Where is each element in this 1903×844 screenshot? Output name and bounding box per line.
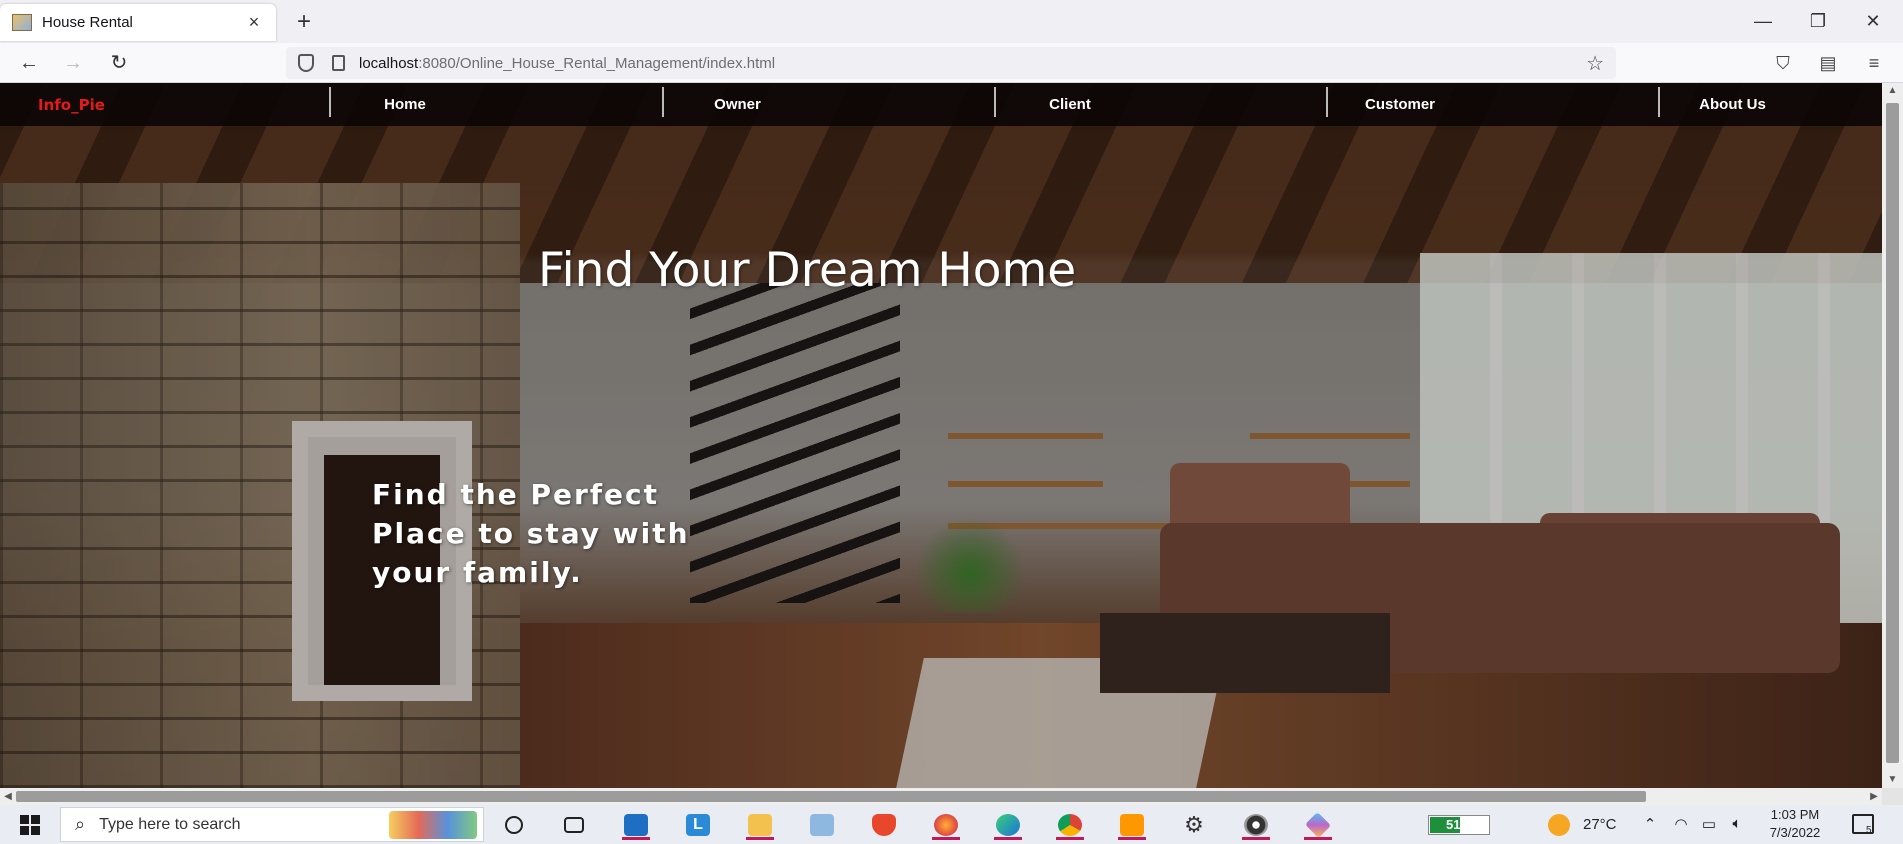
volume-icon[interactable]: 🔈︎ xyxy=(1726,815,1748,832)
nav-divider xyxy=(994,87,996,117)
scroll-down-arrow-icon[interactable]: ▼ xyxy=(1882,772,1903,788)
hero-overlay xyxy=(0,83,1882,788)
taskbar-app-edge[interactable] xyxy=(990,809,1026,840)
vertical-scrollbar[interactable]: ▲ ▼ xyxy=(1882,83,1903,788)
new-tab-button[interactable]: + xyxy=(290,8,318,36)
site-header: Info_Pie Home Owner Client Customer Abou… xyxy=(0,83,1882,126)
battery-percent: 51% xyxy=(1445,817,1473,832)
taskbar-app-l[interactable]: L xyxy=(680,809,716,840)
monitor-icon xyxy=(810,813,834,836)
site-favicon-icon xyxy=(12,14,32,31)
page-info-icon[interactable] xyxy=(332,55,345,71)
horizontal-scrollbar[interactable]: ◀ ▶ xyxy=(0,788,1882,805)
search-icon: ⌕ xyxy=(75,814,86,834)
site-logo[interactable]: Info_Pie xyxy=(38,96,105,114)
taskbar-app-chrome[interactable] xyxy=(1052,809,1088,840)
windows-taskbar: ⌕ Type here to search L ⚙ 51% 27°C ⌃ ◠ ▭… xyxy=(0,805,1903,844)
show-hidden-icons-chevron-icon[interactable]: ⌃ xyxy=(1639,815,1661,833)
start-button[interactable] xyxy=(10,813,50,837)
taskbar-app-monitor[interactable] xyxy=(804,809,840,840)
taskbar-app-firefox[interactable] xyxy=(928,809,964,840)
scroll-up-arrow-icon[interactable]: ▲ xyxy=(1882,83,1903,99)
hero-subtitle-line: Find the Perfect xyxy=(372,478,659,511)
pocket-icon[interactable]: ⛉ xyxy=(1771,51,1795,75)
nav-divider xyxy=(662,87,664,117)
minimize-button[interactable]: — xyxy=(1740,6,1786,36)
nav-link-customer[interactable]: Customer xyxy=(1350,96,1450,113)
hero-subtitle-line: your family. xyxy=(372,556,583,589)
windows-logo-icon xyxy=(20,815,29,824)
notification-count: 5 xyxy=(1866,825,1872,836)
weather-sun-icon[interactable] xyxy=(1548,814,1570,836)
menu-icon[interactable]: ≡ xyxy=(1862,51,1886,75)
search-placeholder: Type here to search xyxy=(99,815,241,833)
battery-tray-icon[interactable]: ▭ xyxy=(1698,815,1720,833)
hero-title: Find Your Dream Home xyxy=(538,243,1077,298)
task-view-icon xyxy=(564,816,584,833)
tracking-protection-icon[interactable] xyxy=(298,54,314,72)
3d-viewer-icon xyxy=(1304,811,1332,838)
file-explorer-icon xyxy=(748,813,772,836)
l-app-icon: L xyxy=(686,813,710,836)
taskbar-app-sublime-text[interactable] xyxy=(1114,809,1150,840)
taskbar-app-file-explorer[interactable] xyxy=(742,809,778,840)
scrollbar-corner xyxy=(1882,788,1903,805)
scroll-right-arrow-icon[interactable]: ▶ xyxy=(1866,788,1882,805)
settings-icon: ⚙ xyxy=(1184,811,1204,837)
media-player-icon xyxy=(1244,813,1268,836)
close-window-button[interactable]: ✕ xyxy=(1850,6,1896,36)
taskbar-app-settings[interactable]: ⚙ xyxy=(1176,809,1212,840)
task-view-button[interactable] xyxy=(556,809,592,840)
back-button[interactable]: ← xyxy=(14,48,44,78)
url-path: :8080/Online_House_Rental_Management/ind… xyxy=(418,54,776,72)
search-highlight-art-icon xyxy=(389,811,477,839)
scroll-left-arrow-icon[interactable]: ◀ xyxy=(0,788,16,805)
url-host: localhost xyxy=(359,54,419,72)
firefox-icon xyxy=(934,813,958,836)
horizontal-scroll-thumb[interactable] xyxy=(16,791,1646,802)
cortana-icon xyxy=(505,815,523,834)
taskbar-app-mail[interactable] xyxy=(618,809,654,840)
brave-icon xyxy=(872,813,896,836)
nav-link-home[interactable]: Home xyxy=(360,96,450,113)
cortana-button[interactable] xyxy=(496,809,532,840)
hero-subtitle-line: Place to stay with xyxy=(372,517,690,550)
taskbar-app-media-player[interactable] xyxy=(1238,809,1274,840)
browser-navigation-bar: ← → ↻ localhost:8080/Online_House_Rental… xyxy=(0,43,1903,83)
nav-link-owner[interactable]: Owner xyxy=(690,96,785,113)
reload-button[interactable]: ↻ xyxy=(104,48,134,78)
hero-subtitle: Find the Perfect Place to stay with your… xyxy=(372,475,752,592)
chrome-icon xyxy=(1058,813,1082,836)
taskbar-app-brave[interactable] xyxy=(866,809,902,840)
taskbar-app-3d-viewer[interactable] xyxy=(1300,809,1336,840)
edge-icon xyxy=(996,813,1020,836)
nav-link-about-us[interactable]: About Us xyxy=(1680,96,1785,113)
tab-title: House Rental xyxy=(42,14,133,31)
forward-button[interactable]: → xyxy=(58,48,88,78)
extensions-icon[interactable]: ▤ xyxy=(1816,51,1840,75)
vertical-scroll-thumb[interactable] xyxy=(1886,103,1899,763)
nav-divider xyxy=(1658,87,1660,117)
mail-icon xyxy=(624,813,648,836)
wifi-icon[interactable]: ◠ xyxy=(1670,815,1692,833)
taskbar-search-box[interactable]: ⌕ Type here to search xyxy=(60,807,484,842)
web-page: Info_Pie Home Owner Client Customer Abou… xyxy=(0,83,1882,788)
restore-button[interactable]: ❐ xyxy=(1795,6,1841,36)
nav-link-client[interactable]: Client xyxy=(1025,96,1115,113)
sublime-text-icon xyxy=(1120,813,1144,836)
tab-close-icon[interactable]: × xyxy=(244,12,264,33)
clock-date[interactable]: 7/3/2022 xyxy=(1760,825,1830,840)
browser-tab-strip: House Rental × + — ❐ ✕ xyxy=(0,0,1903,43)
battery-indicator[interactable]: 51% xyxy=(1428,815,1490,835)
nav-divider xyxy=(329,87,331,117)
nav-divider xyxy=(1326,87,1328,117)
browser-tab[interactable]: House Rental × xyxy=(0,4,276,41)
bookmark-star-icon[interactable]: ☆ xyxy=(1586,51,1604,76)
weather-temperature[interactable]: 27°C xyxy=(1583,816,1617,833)
clock-time[interactable]: 1:03 PM xyxy=(1760,807,1830,822)
url-bar[interactable]: localhost:8080/Online_House_Rental_Manag… xyxy=(286,47,1616,79)
